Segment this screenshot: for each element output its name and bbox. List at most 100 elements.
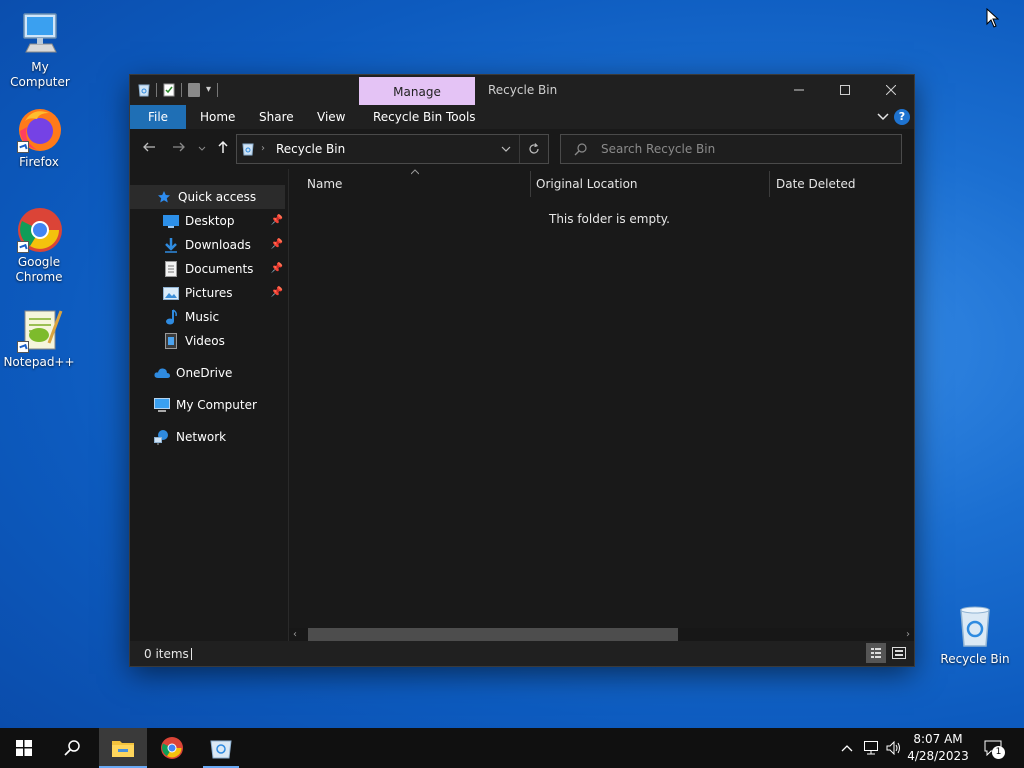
action-center-button[interactable]: 1 <box>980 728 1006 768</box>
tab-recycle-bin-tools[interactable]: Recycle Bin Tools <box>373 105 476 129</box>
column-header-original-location[interactable]: Original Location <box>536 169 761 197</box>
show-hidden-icons-button[interactable] <box>838 728 856 768</box>
sidebar-item-label: Network <box>176 430 227 444</box>
sidebar-item-network[interactable]: Network <box>130 425 285 449</box>
back-button[interactable] <box>139 139 159 159</box>
shortcut-arrow-icon <box>17 241 29 253</box>
tab-home[interactable]: Home <box>200 105 235 129</box>
title-bar[interactable]: ▾ Manage Recycle Bin <box>130 75 914 105</box>
refresh-button[interactable] <box>519 135 548 163</box>
window-title: Recycle Bin <box>488 83 558 97</box>
desktop-icon-recycle-bin[interactable]: Recycle Bin <box>935 602 1015 667</box>
chevron-down-icon <box>198 146 206 151</box>
refresh-icon <box>529 143 539 154</box>
status-bar: 0 items <box>130 641 914 666</box>
clock[interactable]: 8:07 AM 4/28/2023 <box>906 731 970 765</box>
video-icon <box>163 333 179 349</box>
arrow-up-icon <box>218 140 228 153</box>
taskbar-recycle-bin-window[interactable] <box>197 728 245 768</box>
taskbar-chrome[interactable] <box>148 728 196 768</box>
recycle-bin-small-icon <box>242 143 254 156</box>
sidebar-item-music[interactable]: Music <box>130 305 285 329</box>
breadcrumb-separator-icon[interactable]: › <box>261 135 265 163</box>
up-button[interactable] <box>213 139 233 159</box>
help-icon: ? <box>898 110 906 123</box>
help-button[interactable]: ? <box>894 109 910 125</box>
chevron-down-icon <box>501 146 511 152</box>
desktop-icon-firefox[interactable]: Firefox <box>0 105 79 170</box>
arrow-left-icon <box>143 142 155 152</box>
network-tray-button[interactable] <box>862 728 882 768</box>
close-icon <box>886 85 896 95</box>
details-view-button[interactable] <box>866 643 886 663</box>
taskbar-search-button[interactable] <box>48 728 96 768</box>
customize-qat-icon[interactable]: ▾ <box>206 83 211 97</box>
shortcut-arrow-icon <box>17 141 29 153</box>
tab-share[interactable]: Share <box>259 105 294 129</box>
empty-folder-message: This folder is empty. <box>549 212 670 226</box>
sidebar-item-documents[interactable]: Documents 📌 <box>130 257 285 281</box>
desktop-icon-label: Recycle Bin <box>940 652 1010 666</box>
column-header-name[interactable]: Name <box>307 169 527 197</box>
column-divider[interactable] <box>769 171 770 197</box>
minimize-button[interactable] <box>776 75 822 105</box>
pin-icon: 📌 <box>270 287 283 298</box>
navigation-pane: Quick access Desktop 📌 Downloads 📌 Docum… <box>130 169 288 641</box>
volume-tray-button[interactable] <box>884 728 904 768</box>
clock-time: 8:07 AM <box>913 732 963 746</box>
close-button[interactable] <box>868 75 914 105</box>
address-history-button[interactable] <box>500 143 512 155</box>
search-icon <box>574 143 587 156</box>
column-divider[interactable] <box>530 171 531 197</box>
desktop-icon-label: Notepad++ <box>3 355 75 369</box>
pin-icon: 📌 <box>270 215 283 226</box>
details-view-icon <box>871 648 881 658</box>
computer-icon <box>16 10 64 58</box>
chevron-down-icon <box>877 113 889 121</box>
divider <box>181 83 182 97</box>
large-icons-view-icon <box>892 647 906 659</box>
sidebar-item-label: Desktop <box>185 214 235 228</box>
scroll-right-icon[interactable]: › <box>906 628 910 641</box>
new-folder-icon[interactable] <box>188 83 200 97</box>
download-arrow-icon <box>163 237 179 253</box>
clock-date: 4/28/2023 <box>907 749 969 763</box>
expand-ribbon-button[interactable] <box>876 110 890 124</box>
sidebar-item-videos[interactable]: Videos <box>130 329 285 353</box>
sidebar-item-my-computer[interactable]: My Computer <box>130 393 285 417</box>
sidebar-item-desktop[interactable]: Desktop 📌 <box>130 209 285 233</box>
large-icons-view-button[interactable] <box>889 643 909 663</box>
column-header-date-deleted[interactable]: Date Deleted <box>776 169 906 197</box>
breadcrumb-recycle-bin[interactable]: Recycle Bin <box>276 135 345 163</box>
sidebar-item-downloads[interactable]: Downloads 📌 <box>130 233 285 257</box>
scrollbar-thumb[interactable] <box>308 628 678 641</box>
sidebar-item-onedrive[interactable]: OneDrive <box>130 361 285 385</box>
start-button[interactable] <box>0 728 48 768</box>
horizontal-scrollbar[interactable]: ‹ › <box>289 628 914 641</box>
desktop-icon-my-computer[interactable]: My Computer <box>0 10 80 90</box>
search-box[interactable]: Search Recycle Bin <box>560 134 902 164</box>
taskbar: 8:07 AM 4/28/2023 1 <box>0 728 1024 768</box>
file-list[interactable]: Name Original Location Date Deleted This… <box>289 169 914 641</box>
sidebar-item-label: Music <box>185 310 220 324</box>
minimize-icon <box>794 89 804 91</box>
tab-manage[interactable]: Manage <box>359 77 475 105</box>
maximize-button[interactable] <box>822 75 868 105</box>
network-icon <box>864 741 878 755</box>
pin-icon: 📌 <box>270 263 283 274</box>
forward-button[interactable] <box>169 139 189 159</box>
tab-view[interactable]: View <box>317 105 345 129</box>
sidebar-item-quick-access[interactable]: Quick access <box>130 185 285 209</box>
desktop-icon-notepadpp[interactable]: Notepad++ <box>0 305 79 370</box>
item-count: 0 items <box>144 647 189 661</box>
address-bar[interactable]: › Recycle Bin <box>236 134 549 164</box>
desktop-icon-google-chrome[interactable]: Google Chrome <box>0 205 79 285</box>
taskbar-file-explorer[interactable] <box>99 728 147 768</box>
sidebar-item-pictures[interactable]: Pictures 📌 <box>130 281 285 305</box>
scroll-left-icon[interactable]: ‹ <box>293 628 297 641</box>
explorer-window: ▾ Manage Recycle Bin File Home Share Vie… <box>130 75 914 666</box>
recent-locations-button[interactable] <box>194 139 210 159</box>
tab-file[interactable]: File <box>130 105 186 129</box>
network-icon <box>154 429 170 445</box>
properties-icon[interactable] <box>163 83 175 97</box>
